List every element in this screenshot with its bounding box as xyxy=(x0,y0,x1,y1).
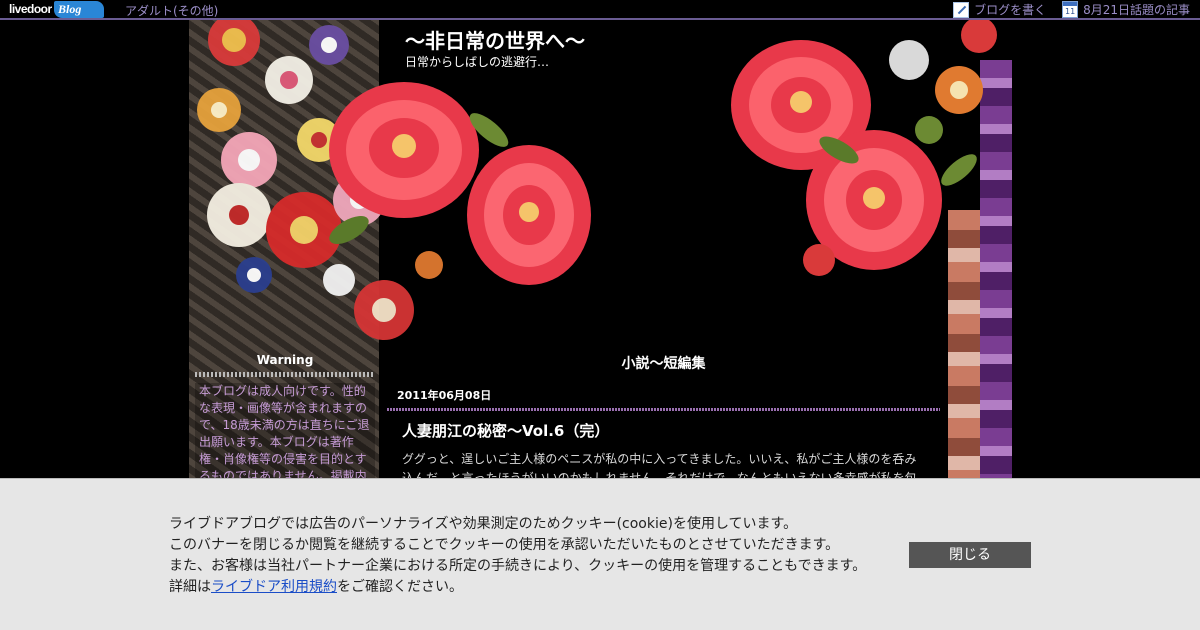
blog-title[interactable]: ～非日常の世界へ～ xyxy=(405,25,585,54)
write-blog-label: ブログを書く xyxy=(974,3,1047,17)
cookie-detail-prefix: 詳細は xyxy=(169,579,211,595)
dotted-divider xyxy=(195,372,375,377)
terms-of-use-link[interactable]: ライブドア利用規約 xyxy=(211,579,337,595)
cookie-banner: ライブドアブログでは広告のパーソナライズや効果測定のためクッキー(cookie)… xyxy=(0,478,1200,630)
cookie-line: 詳細はライブドア利用規約をご確認ください。 xyxy=(169,577,866,598)
post-body: ググっと、逞しいご主人様のペニスが私の中に入ってきました。いいえ、私がご主人様の… xyxy=(402,452,917,480)
warning-text: 本ブログは成人向けです。性的な表現・画像等が含まれますので、18歳未満の方は直ち… xyxy=(195,383,375,480)
cookie-line: ライブドアブログでは広告のパーソナライズや効果測定のためクッキー(cookie)… xyxy=(169,516,798,532)
category-link[interactable]: アダルト(その他) xyxy=(125,2,218,19)
cookie-line: また、お客様は当社パートナー企業における所定の手続きにより、クッキーの使用を管理… xyxy=(169,558,867,574)
warning-widget: Warning 本ブログは成人向けです。性的な表現・画像等が含まれますので、18… xyxy=(195,353,375,480)
logo-text: livedoor xyxy=(9,2,52,16)
category-heading[interactable]: 小説～短編集 xyxy=(379,353,948,373)
write-blog-link[interactable]: ブログを書く xyxy=(953,1,1046,18)
close-banner-button[interactable]: 閉じる xyxy=(909,542,1031,568)
blog-page: ～非日常の世界へ～ 日常からしばしの逃避行… Warning 本ブログは成人向け… xyxy=(189,20,1012,480)
calendar-icon: 11 xyxy=(1062,1,1079,18)
topbar-right: ブログを書く 11 8月21日話題の記事 xyxy=(943,1,1190,18)
cookie-detail-suffix: をご確認ください。 xyxy=(337,579,463,595)
topic-articles-link[interactable]: 11 8月21日話題の記事 xyxy=(1062,1,1190,18)
livedoor-topbar: livedoor Blog アダルト(その他) ブログを書く 11 8月21日話… xyxy=(0,0,1200,20)
livedoor-blog-logo[interactable]: livedoor Blog xyxy=(9,1,105,19)
pencil-icon xyxy=(953,1,970,18)
cookie-line: このバナーを閉じるか閲覧を継続することでクッキーの使用を承認いただいたものとさせ… xyxy=(169,537,840,553)
topic-articles-label: 8月21日話題の記事 xyxy=(1083,3,1190,17)
kimono-pattern-strip xyxy=(948,210,980,480)
dotted-divider xyxy=(387,408,940,411)
logo-blog-badge: Blog xyxy=(54,1,104,18)
post-title[interactable]: 人妻朋江の秘密～Vol.6（完） xyxy=(402,420,609,441)
cookie-notice-text: ライブドアブログでは広告のパーソナライズや効果測定のためクッキー(cookie)… xyxy=(169,514,866,598)
widget-title: Warning xyxy=(256,353,314,367)
post-date: 2011年06月08日 xyxy=(397,389,492,402)
blog-description: 日常からしばしの逃避行… xyxy=(405,55,550,69)
kimono-pattern-strip-purple xyxy=(980,60,1012,480)
